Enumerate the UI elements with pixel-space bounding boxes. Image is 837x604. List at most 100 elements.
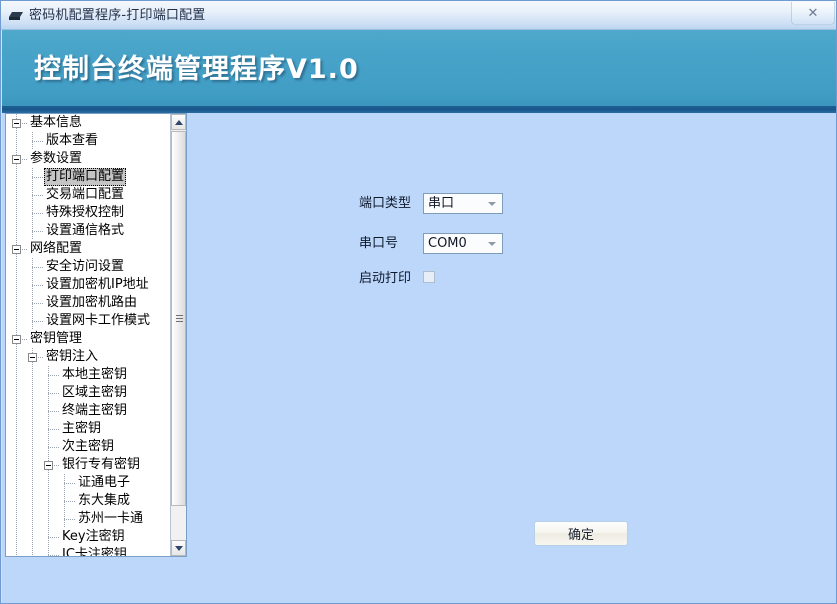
tree-collapse-icon[interactable]	[44, 461, 53, 470]
tree-item-5[interactable]: 特殊授权控制	[6, 204, 170, 222]
port-type-select[interactable]: 串口	[423, 193, 503, 214]
tree-item-label: 终端主密钥	[62, 403, 128, 418]
tree-guide-line	[64, 483, 76, 484]
tree-guide-line	[32, 492, 33, 510]
tree-guide-line	[32, 141, 44, 142]
tree-item-label: 基本信息	[30, 115, 83, 130]
triangle-down-icon	[174, 545, 183, 551]
navigation-tree[interactable]: 基本信息版本查看 参数设置打印端口配置 交易端口配置 特殊授权控制 设置通信格式网络配置…	[6, 114, 170, 556]
tree-item-label: 特殊授权控制	[46, 205, 125, 220]
tree-item-label: Key注密钥	[62, 529, 125, 544]
tree-item-label: 本地主密钥	[62, 367, 128, 382]
field-port-type-label: 端口类型	[359, 196, 412, 211]
tree-item-label: 密钥注入	[46, 349, 99, 364]
content-area: 基本信息版本查看 参数设置打印端口配置 交易端口配置 特殊授权控制 设置通信格式网络配置…	[2, 113, 836, 603]
chevron-down-icon	[488, 242, 496, 246]
field-enable-print-label: 启动打印	[359, 271, 412, 286]
tree-item-label: 区域主密钥	[62, 385, 128, 400]
tree-item-10[interactable]: 设置加密机路由	[6, 294, 170, 312]
tree-collapse-icon[interactable]	[12, 119, 21, 128]
port-type-value: 串口	[428, 196, 455, 211]
tree-guide-line	[32, 177, 44, 178]
scrollbar-thumb[interactable]	[171, 131, 186, 506]
tree-collapse-icon[interactable]	[12, 335, 21, 344]
tree-item-label: 证通电子	[78, 475, 131, 490]
tree-guide-line	[16, 222, 17, 240]
chevron-down-icon	[488, 202, 496, 206]
tree-guide-line	[32, 420, 33, 438]
tree-guide-line	[16, 474, 17, 492]
tree-guide-line	[16, 294, 17, 312]
tree-item-17[interactable]: 主密钥	[6, 420, 170, 438]
field-serial-port-label: 串口号	[359, 236, 399, 251]
tree-guide-line	[16, 546, 17, 556]
tree-item-1[interactable]: 版本查看	[6, 132, 170, 150]
tree-item-3[interactable]: 打印端口配置	[6, 168, 170, 186]
triangle-up-icon	[174, 119, 183, 125]
tree-guide-line	[48, 492, 49, 510]
tree-item-4[interactable]: 交易端口配置	[6, 186, 170, 204]
tree-collapse-icon[interactable]	[28, 353, 37, 362]
tree-guide-line	[48, 510, 49, 528]
tree-item-label: 设置网卡工作模式	[46, 313, 151, 328]
tree-guide-line	[16, 366, 17, 384]
serial-port-value: COM0	[428, 236, 467, 251]
tree-item-22[interactable]: 苏州一卡通	[6, 510, 170, 528]
tree-guide-line	[16, 420, 17, 438]
tree-guide-line	[32, 285, 44, 286]
tree-item-12[interactable]: 密钥管理	[6, 330, 170, 348]
close-icon[interactable]: ✕	[791, 2, 835, 25]
tree-item-0[interactable]: 基本信息	[6, 114, 170, 132]
settings-form: 端口类型 串口 串口号 COM0 启动打印 确定	[192, 113, 836, 603]
tree-item-label: 设置加密机路由	[46, 295, 138, 310]
tree-guide-line	[16, 510, 17, 528]
tree-guide-line	[32, 546, 33, 556]
tree-guide-line	[48, 375, 60, 376]
tree-item-11[interactable]: 设置网卡工作模式	[6, 312, 170, 330]
tree-item-9[interactable]: 设置加密机IP地址	[6, 276, 170, 294]
tree-item-6[interactable]: 设置通信格式	[6, 222, 170, 240]
tree-guide-line	[16, 168, 17, 186]
tree-guide-line	[16, 312, 17, 330]
tree-guide-line	[32, 402, 33, 420]
tree-guide-line	[48, 474, 49, 492]
tree-collapse-icon[interactable]	[12, 245, 21, 254]
tree-item-label: 苏州一卡通	[78, 511, 144, 526]
tree-item-7[interactable]: 网络配置	[6, 240, 170, 258]
tree-item-2[interactable]: 参数设置	[6, 150, 170, 168]
tree-item-24[interactable]: IC卡注密钥	[6, 546, 170, 556]
tree-scrollbar[interactable]	[170, 114, 186, 556]
tree-item-16[interactable]: 终端主密钥	[6, 402, 170, 420]
tree-item-label: 主密钥	[62, 421, 102, 436]
tree-item-8[interactable]: 安全访问设置	[6, 258, 170, 276]
tree-item-15[interactable]: 区域主密钥	[6, 384, 170, 402]
tree-item-label: 设置通信格式	[46, 223, 125, 238]
tree-guide-line	[32, 303, 44, 304]
tree-item-18[interactable]: 次主密钥	[6, 438, 170, 456]
tree-item-label: 参数设置	[30, 151, 83, 166]
tree-guide-line	[32, 366, 33, 384]
tree-item-14[interactable]: 本地主密钥	[6, 366, 170, 384]
tree-item-20[interactable]: 证通电子	[6, 474, 170, 492]
tree-guide-line	[16, 528, 17, 546]
tree-guide-line	[48, 411, 60, 412]
tree-item-21[interactable]: 东大集成	[6, 492, 170, 510]
tree-item-19[interactable]: 银行专有密钥	[6, 456, 170, 474]
tree-guide-line	[16, 276, 17, 294]
scroll-up-icon[interactable]	[171, 114, 186, 130]
serial-port-select[interactable]: COM0	[423, 233, 503, 254]
tree-guide-line	[32, 438, 33, 456]
navigation-tree-panel: 基本信息版本查看 参数设置打印端口配置 交易端口配置 特殊授权控制 设置通信格式网络配置…	[5, 113, 187, 557]
enable-print-checkbox[interactable]	[423, 271, 435, 283]
tree-collapse-icon[interactable]	[12, 155, 21, 164]
tree-guide-line	[48, 537, 60, 538]
scrollbar-grip-icon	[176, 314, 183, 323]
scroll-down-icon[interactable]	[171, 540, 186, 556]
tree-item-label: 打印端口配置	[44, 168, 127, 186]
tree-item-label: IC卡注密钥	[62, 547, 127, 556]
tree-guide-line	[16, 402, 17, 420]
tree-item-23[interactable]: Key注密钥	[6, 528, 170, 546]
tree-guide-line	[64, 501, 76, 502]
tree-item-13[interactable]: 密钥注入	[6, 348, 170, 366]
confirm-button[interactable]: 确定	[534, 521, 628, 546]
